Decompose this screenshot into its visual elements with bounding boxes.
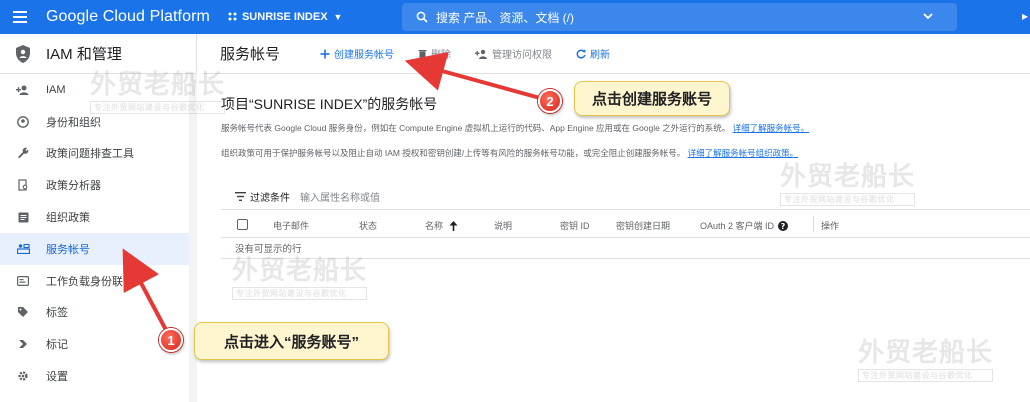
refresh-icon bbox=[576, 48, 586, 59]
service-account-icon bbox=[0, 243, 46, 255]
manage-access-label: 管理访问权限 bbox=[492, 50, 553, 61]
sidebar-item-service-accounts[interactable]: 服务帐号 bbox=[0, 232, 196, 265]
watermark-logo: 外贸老船长 专注外贸网站建设与谷歌优化 bbox=[232, 256, 368, 300]
page-title: 服务帐号 bbox=[220, 46, 281, 63]
sidebar-item-workload-identity[interactable]: 工作负载身份联合 bbox=[0, 265, 196, 297]
svg-text:?: ? bbox=[781, 222, 786, 231]
sidebar-item-label: 标记 bbox=[46, 339, 68, 352]
step-badge-1: 1 bbox=[159, 328, 183, 352]
callout-step-2: 点击创建服务账号 bbox=[574, 81, 730, 116]
sidebar-item-label: 身份和组织 bbox=[46, 116, 101, 129]
column-name-label: 名称 bbox=[425, 221, 444, 231]
search-icon bbox=[416, 11, 428, 23]
column-divider bbox=[813, 216, 814, 232]
filter-label: 过滤条件 bbox=[250, 193, 290, 204]
account-circle-icon bbox=[0, 115, 46, 128]
plus-icon bbox=[320, 49, 330, 58]
search-placeholder: 搜索 产品、资源、文档 (/) bbox=[436, 10, 574, 25]
search-input[interactable]: 搜索 产品、资源、文档 (/) bbox=[402, 3, 957, 31]
sidebar-item-troubleshooter[interactable]: 政策问题排查工具 bbox=[0, 138, 196, 170]
sidebar-item-tags[interactable]: 标签 bbox=[0, 297, 196, 329]
select-all-checkbox[interactable] bbox=[237, 219, 248, 230]
description-text: 服务帐号代表 Google Cloud 服务身份，例如在 Compute Eng… bbox=[221, 123, 731, 133]
help-icon[interactable]: ? bbox=[778, 220, 789, 231]
person-add-icon bbox=[475, 49, 488, 59]
more-icon[interactable]: ▸ bbox=[1022, 9, 1028, 23]
caret-down-icon: ▼ bbox=[333, 12, 343, 22]
delete-label: 删除 bbox=[431, 50, 452, 61]
project-dots-icon bbox=[228, 12, 237, 21]
project-name: SUNRISE INDEX bbox=[241, 11, 328, 23]
column-status[interactable]: 状态 bbox=[359, 219, 377, 232]
sidebar-item-label: 工作负载身份联合 bbox=[46, 275, 134, 288]
description-org-policy: 组织政策可用于保护服务帐号以及阻止自动 IAM 授权和密钥创建/上传等有风险的服… bbox=[221, 147, 798, 159]
person-add-icon bbox=[0, 84, 46, 96]
sort-arrow-up-icon bbox=[449, 220, 458, 231]
brand-title[interactable]: Google Cloud Platform bbox=[46, 8, 210, 26]
sidebar-item-label: 设置 bbox=[46, 371, 68, 384]
filter-input[interactable]: 输入属性名称或值 bbox=[300, 189, 380, 204]
refresh-button[interactable]: 刷新 bbox=[576, 46, 610, 61]
column-oauth-label: OAuth 2 客户端 ID bbox=[700, 221, 775, 231]
table-header: 电子邮件 状态 名称 说明 密钥 ID 密钥创建日期 OAuth 2 客户端 I… bbox=[221, 210, 1030, 238]
sidebar-item-label: 政策问题排查工具 bbox=[46, 148, 134, 161]
wrench-icon bbox=[0, 147, 46, 159]
delete-button[interactable]: 删除 bbox=[418, 46, 451, 61]
label-icon bbox=[0, 339, 46, 349]
refresh-label: 刷新 bbox=[590, 50, 611, 61]
menu-icon[interactable] bbox=[0, 0, 40, 34]
sidebar-item-label: IAM bbox=[46, 83, 66, 96]
description-text: 组织政策可用于保护服务帐号以及阻止自动 IAM 授权和密钥创建/上传等有风险的服… bbox=[221, 148, 686, 158]
trash-icon bbox=[418, 49, 427, 58]
manage-access-button[interactable]: 管理访问权限 bbox=[475, 46, 552, 61]
document-search-icon bbox=[0, 179, 46, 191]
column-description[interactable]: 说明 bbox=[494, 219, 512, 232]
step-badge-2: 2 bbox=[538, 89, 562, 113]
sidebar-item-org-policy[interactable]: 组织政策 bbox=[0, 201, 196, 233]
shield-icon bbox=[0, 44, 46, 64]
list-box-icon bbox=[0, 212, 46, 223]
gear-icon bbox=[0, 370, 46, 382]
column-email[interactable]: 电子邮件 bbox=[273, 219, 309, 232]
top-bar: Google Cloud Platform SUNRISE INDEX ▼ 搜索… bbox=[0, 0, 1030, 34]
section-title: 项目“SUNRISE INDEX”的服务帐号 bbox=[221, 96, 438, 112]
learn-more-link[interactable]: 详细了解服务帐号。 bbox=[733, 123, 810, 133]
column-actions: 操作 bbox=[821, 221, 840, 231]
sidebar-item-label: 组织政策 bbox=[46, 212, 90, 225]
create-label: 创建服务帐号 bbox=[334, 50, 395, 61]
sidebar-title: IAM 和管理 bbox=[46, 46, 122, 63]
project-selector[interactable]: SUNRISE INDEX ▼ bbox=[228, 11, 343, 23]
sidebar-item-label: 服务帐号 bbox=[46, 243, 90, 256]
sidebar-item-settings[interactable]: 设置 bbox=[0, 360, 196, 392]
description-service-accounts: 服务帐号代表 Google Cloud 服务身份，例如在 Compute Eng… bbox=[221, 122, 809, 134]
watermark-logo: 外贸老船长 专注外贸网站建设与谷歌优化 bbox=[90, 70, 226, 114]
sidebar-item-label: 政策分析器 bbox=[46, 180, 101, 193]
watermark-logo: 外贸老船长 专注外贸网站建设与谷歌优化 bbox=[780, 162, 916, 206]
callout-step-1: 点击进入“服务账号” bbox=[194, 322, 389, 360]
watermark-logo: 外贸老船长 专注外贸网站建设与谷歌优化 bbox=[858, 338, 994, 382]
tag-icon bbox=[0, 306, 46, 318]
chevron-down-icon[interactable] bbox=[921, 9, 935, 23]
column-name[interactable]: 名称 bbox=[425, 219, 458, 232]
column-key-created[interactable]: 密钥创建日期 bbox=[616, 219, 670, 232]
column-key-id[interactable]: 密钥 ID bbox=[560, 219, 590, 232]
sidebar-item-label: 标签 bbox=[46, 307, 68, 320]
action-bar: 服务帐号 创建服务帐号 删除 管理访问权限 刷新 bbox=[203, 34, 1030, 74]
id-card-icon bbox=[0, 275, 46, 286]
column-oauth-client-id[interactable]: OAuth 2 客户端 ID ? bbox=[700, 219, 789, 232]
filter-icon bbox=[235, 192, 246, 201]
sidebar-item-analyzer[interactable]: 政策分析器 bbox=[0, 169, 196, 201]
create-service-account-button[interactable]: 创建服务帐号 bbox=[320, 46, 394, 61]
